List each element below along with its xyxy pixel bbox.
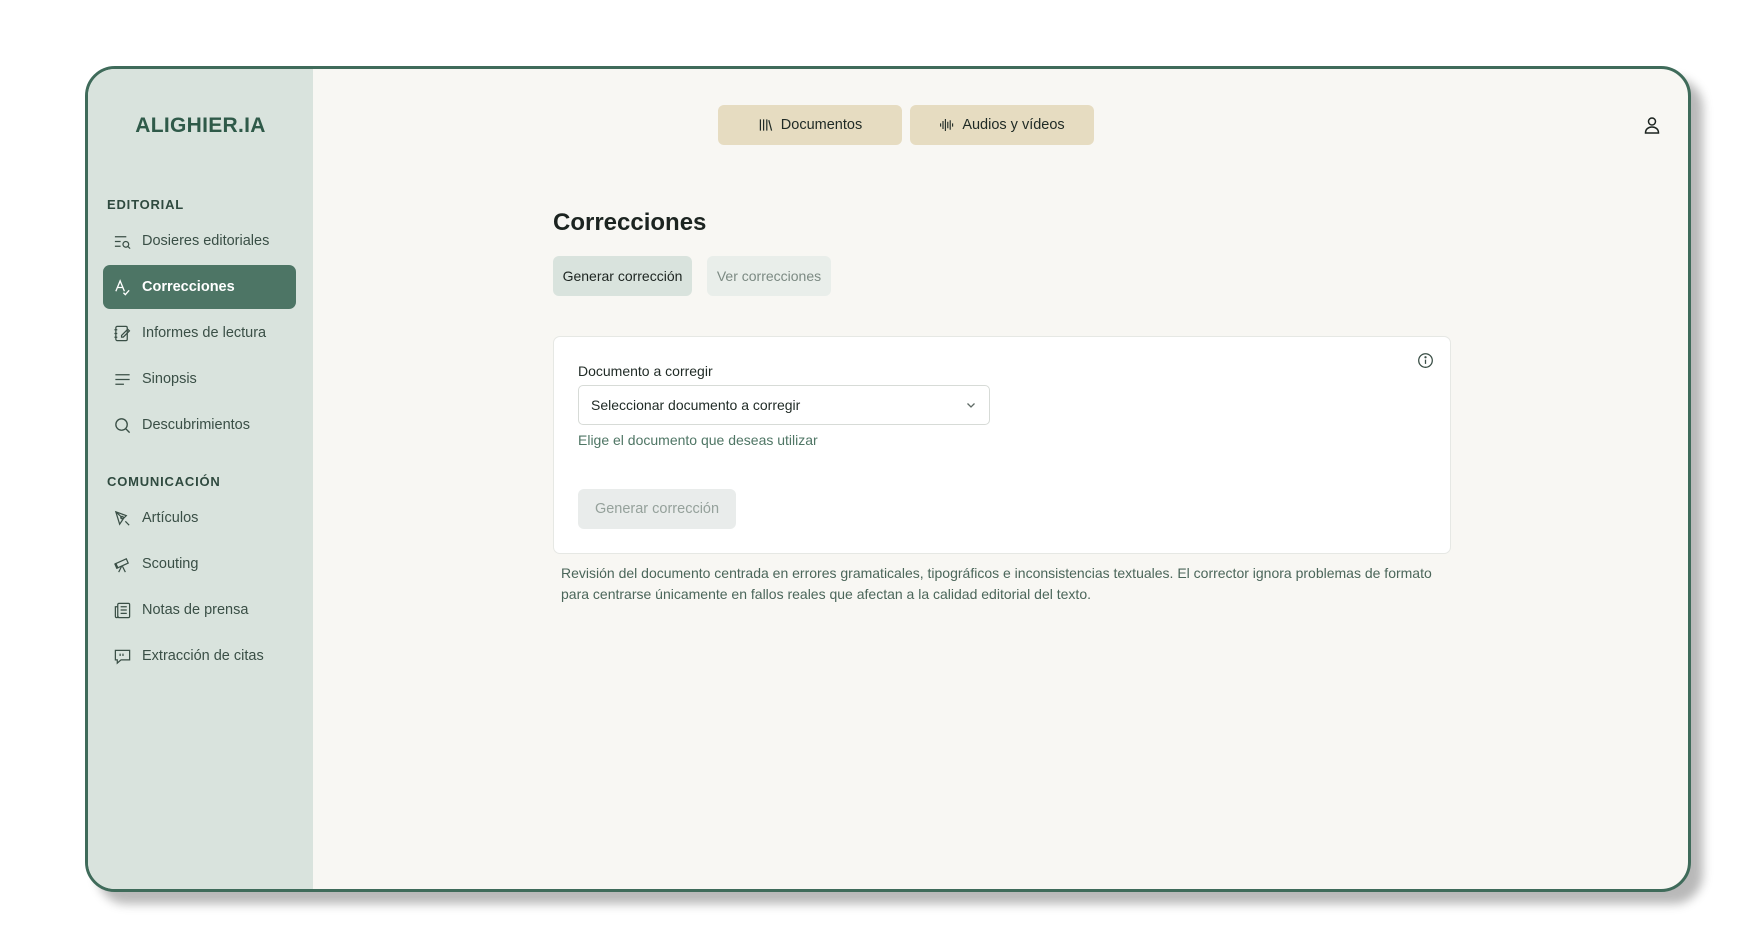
page-title: Correcciones — [553, 209, 707, 236]
quote-message-icon — [111, 645, 133, 667]
sidebar-item-label: Informes de lectura — [142, 325, 267, 341]
section-title-comunicacion: COMUNICACIÓN — [107, 474, 221, 489]
chevron-down-icon — [967, 403, 975, 408]
sidebar-item-articulos[interactable]: Artículos — [103, 496, 296, 540]
sidebar: ALIGHIER.IA EDITORIAL Dosieres editorial… — [88, 69, 313, 889]
sidebar-item-descubrimientos[interactable]: Descubrimientos — [103, 403, 296, 447]
select-value: Seleccionar documento a corregir — [591, 397, 801, 413]
correction-form-card: Documento a corregir Seleccionar documen… — [553, 336, 1451, 554]
sidebar-item-label: Correcciones — [142, 279, 235, 295]
pen-tool-icon — [111, 507, 133, 529]
field-hint: Elige el documento que deseas utilizar — [578, 432, 818, 448]
tab-label: Audios y vídeos — [962, 117, 1065, 133]
sidebar-item-label: Descubrimientos — [142, 417, 250, 433]
sidebar-item-notas-prensa[interactable]: Notas de prensa — [103, 588, 296, 632]
tab-audios-videos[interactable]: Audios y vídeos — [910, 105, 1094, 145]
user-icon[interactable] — [1642, 115, 1662, 135]
tab-ver-correcciones[interactable]: Ver correcciones — [707, 256, 831, 296]
tab-generar-correccion[interactable]: Generar corrección — [553, 256, 692, 296]
sidebar-item-label: Sinopsis — [142, 371, 197, 387]
library-icon — [759, 119, 772, 131]
sidebar-item-label: Dosieres editoriales — [142, 233, 270, 249]
telescope-icon — [111, 553, 133, 575]
document-select[interactable]: Seleccionar documento a corregir — [578, 385, 990, 425]
sidebar-item-extraccion-citas[interactable]: Extracción de citas — [103, 634, 296, 678]
search-icon — [111, 414, 133, 436]
spellcheck-icon — [111, 276, 133, 298]
generate-correction-button[interactable]: Generar corrección — [578, 489, 736, 529]
tab-label: Documentos — [780, 117, 863, 133]
field-label: Documento a corregir — [578, 363, 713, 379]
app-logo[interactable]: ALIGHIER.IA — [88, 114, 313, 138]
sidebar-item-label: Extracción de citas — [142, 648, 264, 664]
app-window: ALIGHIER.IA EDITORIAL Dosieres editorial… — [85, 66, 1691, 892]
sidebar-item-label: Artículos — [142, 510, 199, 526]
description-text: Revisión del documento centrada en error… — [561, 565, 1432, 602]
sidebar-item-scouting[interactable]: Scouting — [103, 542, 296, 586]
sidebar-item-correcciones[interactable]: Correcciones — [103, 265, 296, 309]
sidebar-item-dosieres[interactable]: Dosieres editoriales — [103, 219, 296, 263]
sidebar-item-label: Notas de prensa — [142, 602, 249, 618]
sidebar-item-informes[interactable]: Informes de lectura — [103, 311, 296, 355]
tab-documentos[interactable]: Documentos — [718, 105, 902, 145]
audio-wave-icon — [940, 119, 954, 131]
sidebar-item-label: Scouting — [142, 556, 199, 572]
notebook-edit-icon — [111, 322, 133, 344]
sidebar-item-sinopsis[interactable]: Sinopsis — [103, 357, 296, 401]
align-left-icon — [111, 368, 133, 390]
info-icon[interactable] — [1417, 352, 1434, 369]
list-search-icon — [111, 230, 133, 252]
newspaper-icon — [111, 599, 133, 621]
main-area: Documentos Audios y vídeos Correcciones … — [313, 69, 1688, 889]
section-title-editorial: EDITORIAL — [107, 197, 185, 212]
